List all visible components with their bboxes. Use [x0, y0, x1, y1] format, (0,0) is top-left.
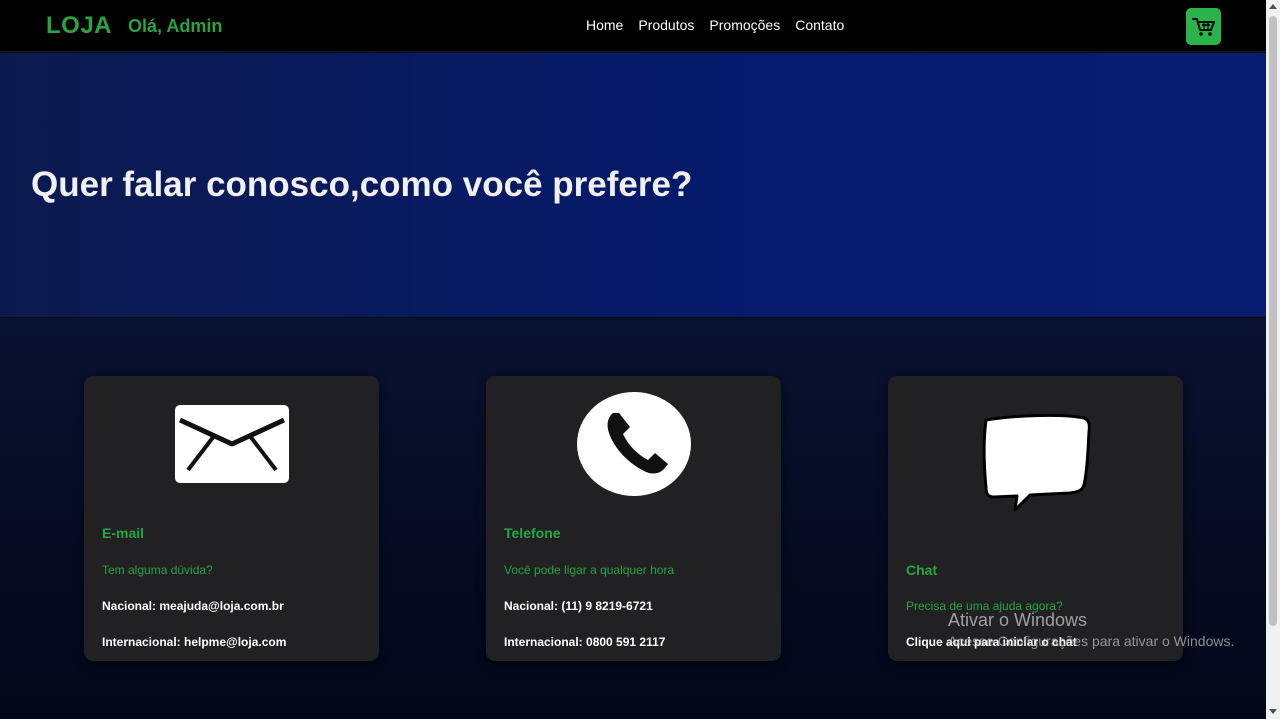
windows-activation-subtitle: Acesse Configurações para ativar o Windo…	[948, 633, 1235, 649]
nav-home-link[interactable]: Home	[586, 17, 623, 33]
phone-international: Internacional: 0800 591 2117	[504, 635, 666, 649]
hero-banner: Quer falar conosco,como você prefere?	[0, 53, 1266, 317]
card-subtitle: Tem alguma dúvida?	[102, 563, 213, 577]
cart-icon	[1191, 17, 1215, 36]
user-greeting: Olá, Admin	[128, 16, 223, 36]
nav-contato-link[interactable]: Contato	[795, 17, 844, 33]
phone-icon	[486, 391, 781, 497]
nav-produtos-link[interactable]: Produtos	[638, 17, 694, 33]
card-title: Telefone	[504, 525, 561, 541]
chat-bubble-icon	[888, 412, 1183, 512]
logo[interactable]: LOJA	[46, 12, 112, 40]
email-international: Internacional: helpme@loja.com	[102, 635, 287, 649]
card-title: E-mail	[102, 525, 145, 541]
windows-activation-title: Ativar o Windows	[948, 610, 1088, 630]
main-nav: Home Produtos Promoções Contato	[586, 17, 844, 33]
top-navbar: LOJA Olá, Admin Home Produtos Promoções …	[0, 0, 1266, 52]
phone-card: Telefone Você pode ligar a qualquer hora…	[486, 376, 781, 661]
card-subtitle: Você pode ligar a qualquer hora	[504, 563, 675, 577]
email-card: E-mail Tem alguma dúvida? Nacional: meaj…	[84, 376, 379, 661]
nav-promocoes-link[interactable]: Promoções	[709, 17, 780, 33]
scroll-down-arrow-icon[interactable]	[1269, 709, 1277, 714]
hero-title: Quer falar conosco,como você prefere?	[31, 165, 693, 204]
cart-button[interactable]	[1186, 8, 1221, 45]
envelope-icon	[84, 404, 379, 484]
email-national: Nacional: meajuda@loja.com.br	[102, 599, 284, 613]
scroll-up-arrow-icon[interactable]	[1269, 4, 1277, 9]
card-title: Chat	[906, 562, 938, 578]
phone-national: Nacional: (11) 9 8219-6721	[504, 599, 653, 613]
scrollbar-thumb[interactable]	[1269, 16, 1277, 626]
vertical-scrollbar[interactable]	[1266, 0, 1280, 719]
